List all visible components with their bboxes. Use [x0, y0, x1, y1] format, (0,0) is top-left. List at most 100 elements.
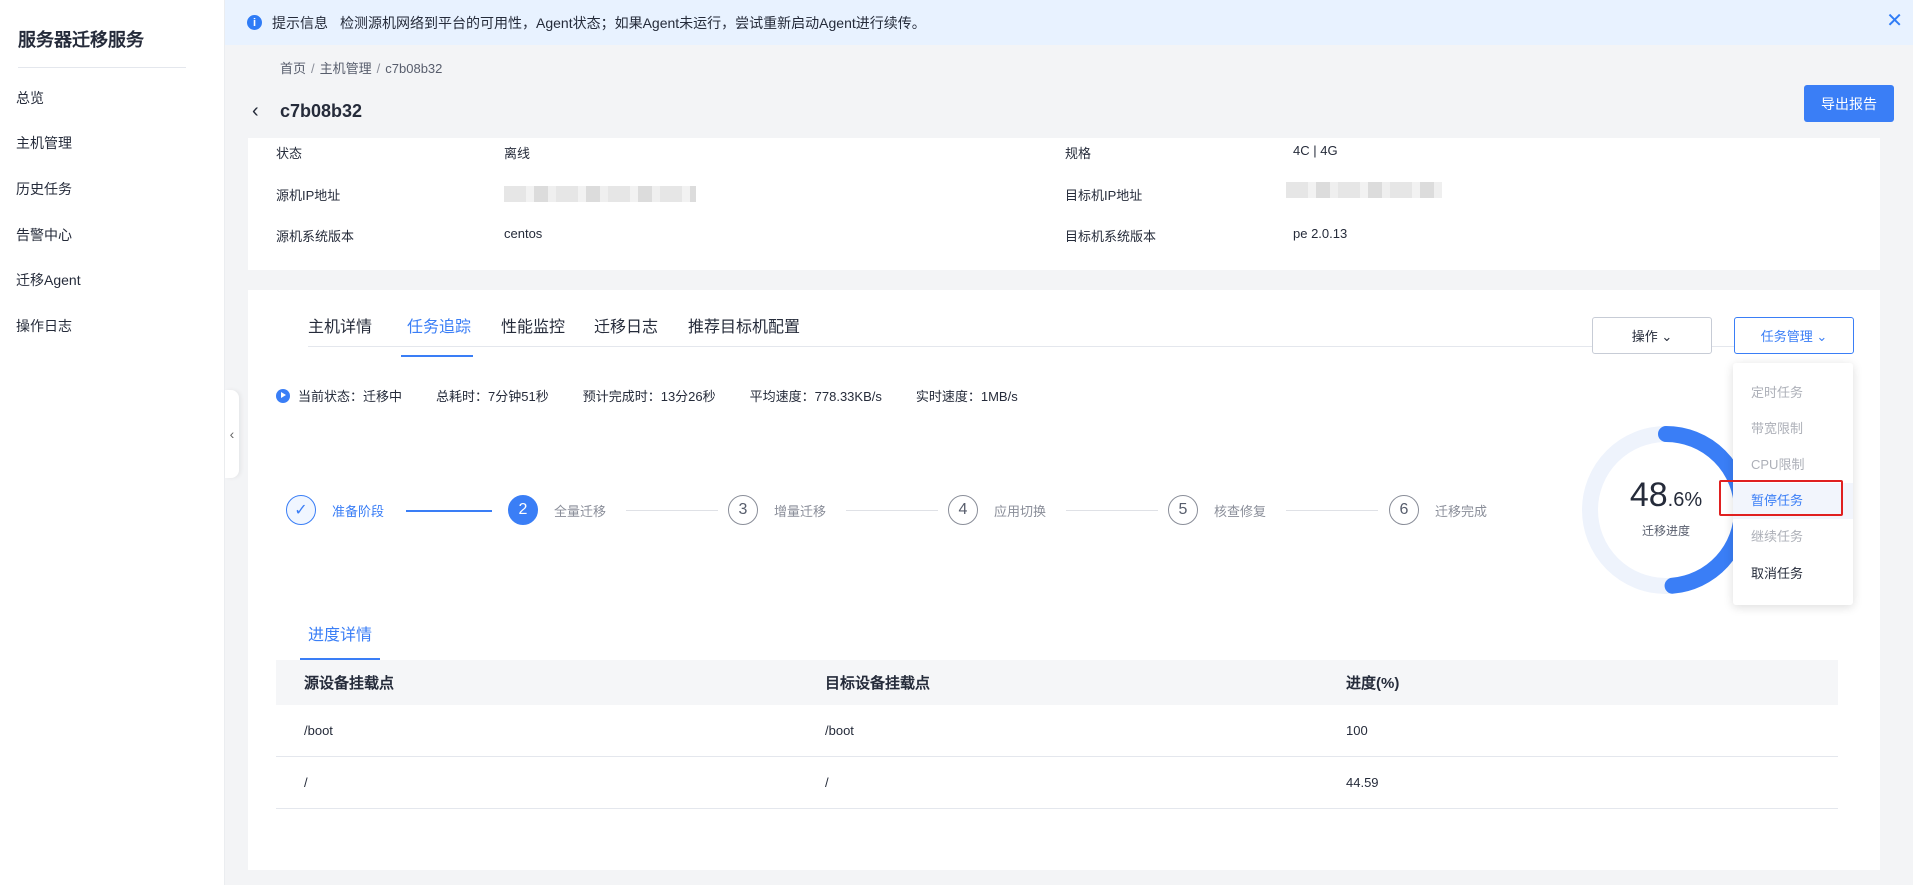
tab-performance-monitor[interactable]: 性能监控 — [501, 313, 565, 337]
notice-title: 提示信息 — [272, 14, 328, 31]
step-connector — [626, 510, 718, 511]
step-number: 4 — [948, 495, 978, 525]
realtime-speed: 实时速度：1MB/s — [915, 389, 1018, 404]
sidebar-item-alarm-center[interactable]: 告警中心 — [16, 225, 72, 245]
status-value: 离线 — [504, 146, 531, 161]
breadcrumb-host-management[interactable]: 主机管理 — [320, 61, 372, 76]
check-icon: ✓ — [286, 495, 316, 525]
column-header: 源设备挂载点 — [304, 675, 395, 692]
notice-bar: i 提示信息 检测源机网络到平台的可用性，Agent状态；如果Agent未运行，… — [225, 0, 1913, 45]
source-os-label: 源机系统版本 — [276, 229, 355, 244]
page-title: c7b08b32 — [280, 101, 363, 121]
target-ip-label: 目标机IP地址 — [1065, 188, 1143, 203]
menu-item-cpu-limit[interactable]: CPU限制 — [1733, 447, 1853, 483]
step-connector — [406, 510, 492, 512]
source-ip-redacted — [504, 186, 696, 202]
progress-percent: 44.59 — [1346, 775, 1379, 790]
step-label: 增量迁移 — [774, 503, 827, 519]
chevron-left-icon: ‹ — [229, 426, 235, 442]
step-check-repair: 5 核查修复 — [1168, 495, 1266, 525]
chevron-down-icon: ⌄ — [1661, 329, 1673, 344]
host-info-card: 状态 离线 源机IP地址 源机系统版本 centos 规格 4C | 4G 目标… — [248, 138, 1880, 270]
breadcrumb-home[interactable]: 首页 — [280, 61, 306, 76]
step-label: 全量迁移 — [554, 503, 607, 519]
progress-percent: 100 — [1346, 723, 1368, 738]
step-prepare: ✓ 准备阶段 — [286, 495, 384, 525]
step-incremental-migration: 3 增量迁移 — [728, 495, 826, 525]
table-row: / / 44.59 — [276, 757, 1838, 809]
sidebar-title: 服务器迁移服务 — [18, 30, 144, 50]
sidebar-item-migration-agent[interactable]: 迁移Agent — [16, 270, 81, 290]
step-number: 6 — [1389, 495, 1419, 525]
table-header: 源设备挂载点 目标设备挂载点 进度(%) — [276, 660, 1838, 705]
breadcrumb: 首页 / 主机管理 / c7b08b32 — [280, 61, 443, 76]
step-migration-complete: 6 迁移完成 — [1389, 495, 1487, 525]
step-number: 2 — [508, 495, 538, 525]
step-connector — [846, 510, 938, 511]
step-connector — [1286, 510, 1378, 511]
progress-int: 48 — [1629, 476, 1668, 514]
step-label: 应用切换 — [994, 503, 1047, 519]
tab-recommended-config[interactable]: 推荐目标机配置 — [688, 313, 800, 337]
source-mount: / — [304, 775, 308, 790]
tab-progress-details[interactable]: 进度详情 — [308, 621, 372, 645]
export-report-button[interactable]: 导出报告 — [1804, 85, 1894, 122]
progress-dec: .6% — [1667, 489, 1703, 511]
average-speed: 平均速度：778.33KB/s — [749, 389, 882, 404]
page-header: ‹ c7b08b32 — [252, 100, 362, 123]
notice-text: 检测源机网络到平台的可用性，Agent状态；如果Agent未运行，尝试重新启动A… — [340, 14, 926, 31]
target-ip-redacted — [1286, 182, 1442, 198]
step-number: 5 — [1168, 495, 1198, 525]
step-label: 准备阶段 — [332, 503, 385, 519]
source-mount: /boot — [304, 723, 333, 738]
step-connector — [1066, 510, 1158, 511]
task-tracking-card: 主机详情 任务追踪 性能监控 迁移日志 推荐目标机配置 操作 ⌄ 任务管理 ⌄ … — [248, 290, 1880, 870]
operate-button-label: 操作 — [1631, 329, 1658, 344]
menu-item-scheduled-task[interactable]: 定时任务 — [1733, 375, 1853, 411]
task-management-dropdown-button[interactable]: 任务管理 ⌄ — [1734, 317, 1854, 354]
step-app-switch: 4 应用切换 — [948, 495, 1046, 525]
tab-host-details[interactable]: 主机详情 — [308, 313, 372, 337]
estimated-completion: 预计完成时：13分26秒 — [582, 389, 716, 404]
step-number: 3 — [728, 495, 758, 525]
target-os-value: pe 2.0.13 — [1293, 226, 1348, 241]
sidebar-divider — [18, 67, 186, 68]
progress-details-table: 源设备挂载点 目标设备挂载点 进度(%) /boot /boot 100 / /… — [276, 660, 1838, 809]
menu-item-cancel-task[interactable]: 取消任务 — [1733, 556, 1853, 592]
breadcrumb-current: c7b08b32 — [385, 61, 443, 76]
sidebar: 服务器迁移服务 总览 主机管理 历史任务 告警中心 迁移Agent 操作日志 — [0, 0, 225, 885]
active-tab-indicator — [401, 355, 473, 357]
back-arrow-icon[interactable]: ‹ — [252, 100, 272, 123]
task-management-menu: 定时任务 带宽限制 CPU限制 暂停任务 继续任务 取消任务 — [1733, 363, 1853, 605]
target-mount: /boot — [825, 723, 854, 738]
sidebar-item-history-tasks[interactable]: 历史任务 — [16, 179, 72, 199]
sidebar-item-host-management[interactable]: 主机管理 — [16, 133, 72, 153]
status-label: 状态 — [276, 146, 303, 161]
table-row: /boot /boot 100 — [276, 705, 1838, 757]
menu-item-bandwidth-limit[interactable]: 带宽限制 — [1733, 411, 1853, 447]
column-header: 目标设备挂载点 — [825, 675, 931, 692]
step-full-migration: 2 全量迁移 — [508, 495, 606, 525]
source-ip-label: 源机IP地址 — [276, 188, 341, 203]
sidebar-item-overview[interactable]: 总览 — [16, 88, 44, 108]
progress-value: 48.6% — [1580, 476, 1752, 515]
step-label: 迁移完成 — [1435, 503, 1488, 519]
target-mount: / — [825, 775, 829, 790]
progress-caption: 迁移进度 — [1641, 524, 1690, 538]
current-status: 当前状态：迁移中 — [298, 389, 403, 404]
play-status-icon — [276, 388, 290, 403]
menu-item-pause-task[interactable]: 暂停任务 — [1733, 483, 1853, 519]
step-label: 核查修复 — [1214, 503, 1267, 519]
spec-value: 4C | 4G — [1293, 143, 1338, 158]
sidebar-collapse-button[interactable]: ‹ — [225, 390, 239, 478]
source-os-value: centos — [504, 226, 543, 241]
close-icon[interactable]: ✕ — [1886, 11, 1903, 31]
info-icon: i — [247, 15, 262, 30]
operate-dropdown-button[interactable]: 操作 ⌄ — [1592, 317, 1712, 354]
tab-migration-log[interactable]: 迁移日志 — [594, 313, 658, 337]
tab-task-tracking[interactable]: 任务追踪 — [407, 313, 471, 337]
sidebar-item-operation-log[interactable]: 操作日志 — [16, 316, 72, 336]
menu-item-resume-task[interactable]: 继续任务 — [1733, 519, 1853, 555]
task-status-line: 当前状态：迁移中 总耗时：7分钟51秒 预计完成时：13分26秒 平均速度：77… — [276, 386, 1052, 405]
column-header: 进度(%) — [1346, 675, 1400, 692]
